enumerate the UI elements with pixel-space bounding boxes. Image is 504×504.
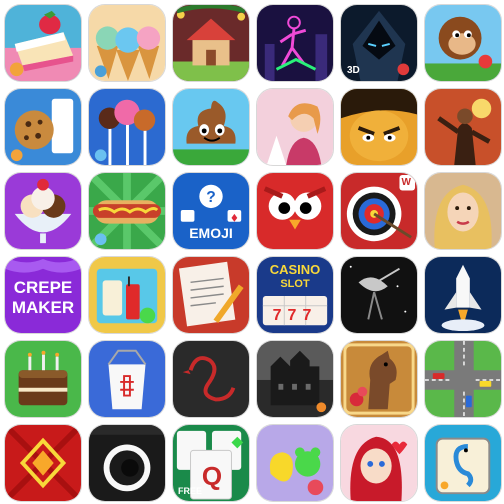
- red-swan-logo-icon: [173, 341, 249, 417]
- app-icon-archery-target[interactable]: W: [340, 172, 418, 250]
- ice-cream-cones-icon: [89, 5, 165, 81]
- app-icon-space-shuttle[interactable]: [424, 256, 502, 334]
- app-icon-casino-slot[interactable]: CASINO SLOT 777: [256, 256, 334, 334]
- app-icon-smiling-poop[interactable]: [172, 88, 250, 166]
- birthday-cake-icon: [5, 341, 81, 417]
- camera-lens-icon: [89, 425, 165, 501]
- hot-dog-icon: [89, 173, 165, 249]
- app-icon-cake-pops[interactable]: [88, 88, 166, 166]
- app-icon-hot-dog[interactable]: [88, 172, 166, 250]
- casino-slot-icon: [257, 257, 333, 333]
- app-icon-ice-cream-cones[interactable]: [88, 4, 166, 82]
- app-icon-crepe-maker[interactable]: CREPE MAKER: [4, 256, 82, 334]
- ice-cream-sundae-icon: [5, 173, 81, 249]
- haunted-mansion-icon: [257, 341, 333, 417]
- app-icon-satellite-dish[interactable]: [340, 256, 418, 334]
- app-icon-gummy-fruit[interactable]: [256, 424, 334, 502]
- crepe-maker-icon: [5, 257, 81, 333]
- notepad-and-pencil-icon: [173, 257, 249, 333]
- cake-pops-icon: [89, 89, 165, 165]
- app-icon-traffic-intersection[interactable]: [424, 340, 502, 418]
- traffic-intersection-icon: [425, 341, 501, 417]
- app-icon-ice-cream-sundae[interactable]: [4, 172, 82, 250]
- horse-and-roses-icon: [341, 341, 417, 417]
- app-icon-birthday-cake[interactable]: [4, 340, 82, 418]
- app-icon-solitaire-cards[interactable]: Q FREE: [172, 424, 250, 502]
- app-icon-gingerbread-house[interactable]: [172, 4, 250, 82]
- monkey-runner-icon: [425, 5, 501, 81]
- neon-stickman-icon: [257, 5, 333, 81]
- gummy-fruit-icon: [257, 425, 333, 501]
- app-icon-red-owl[interactable]: [256, 172, 334, 250]
- gunslinger-icon: [425, 89, 501, 165]
- strawberry-cake-icon: [5, 5, 81, 81]
- red-diamond-tile-icon: [5, 425, 81, 501]
- app-icon-strawberry-cake[interactable]: [4, 4, 82, 82]
- app-icon-red-haired-girl[interactable]: [340, 424, 418, 502]
- app-icon-red-swan-logo[interactable]: [172, 340, 250, 418]
- badge-free: FREE: [178, 486, 203, 496]
- svg-text:?: ?: [206, 189, 216, 206]
- app-icon-hooded-warrior-3d[interactable]: 3D: [340, 4, 418, 82]
- emoji-quiz-icon: ?: [173, 173, 249, 249]
- angry-hero-icon: [341, 89, 417, 165]
- app-icon-takeout-box[interactable]: [88, 340, 166, 418]
- app-icon-emoji-quiz[interactable]: ? EMOJI: [172, 172, 250, 250]
- app-icon-grid: 3D ? EMOJI W CREPE MAKER CASINO SLOT 777…: [0, 0, 504, 504]
- app-icon-fashion-girl[interactable]: [256, 88, 334, 166]
- app-icon-notepad-and-pencil[interactable]: [172, 256, 250, 334]
- app-icon-camera-lens[interactable]: [88, 424, 166, 502]
- satellite-dish-icon: [341, 257, 417, 333]
- app-icon-gunslinger[interactable]: [424, 88, 502, 166]
- app-icon-blonde-woman[interactable]: [424, 172, 502, 250]
- app-icon-juice-and-firecracker[interactable]: [88, 256, 166, 334]
- takeout-box-icon: [89, 341, 165, 417]
- app-icon-horse-and-roses[interactable]: [340, 340, 418, 418]
- app-icon-red-diamond-tile[interactable]: [4, 424, 82, 502]
- fashion-girl-icon: [257, 89, 333, 165]
- app-icon-haunted-mansion[interactable]: [256, 340, 334, 418]
- app-icon-angry-hero[interactable]: [340, 88, 418, 166]
- space-shuttle-icon: [425, 257, 501, 333]
- smiling-poop-icon: [173, 89, 249, 165]
- app-icon-neon-stickman[interactable]: [256, 4, 334, 82]
- juice-and-firecracker-icon: [89, 257, 165, 333]
- blonde-woman-icon: [425, 173, 501, 249]
- red-owl-icon: [257, 173, 333, 249]
- app-icon-seahorse-mahjong[interactable]: [424, 424, 502, 502]
- red-haired-girl-icon: [341, 425, 417, 501]
- gingerbread-house-icon: [173, 5, 249, 81]
- app-icon-monkey-runner[interactable]: [424, 4, 502, 82]
- badge-w: W: [401, 177, 411, 188]
- seahorse-mahjong-icon: [425, 425, 501, 501]
- cookies-and-milk-icon: [5, 89, 81, 165]
- badge-3d: 3D: [347, 65, 360, 76]
- app-icon-cookies-and-milk[interactable]: [4, 88, 82, 166]
